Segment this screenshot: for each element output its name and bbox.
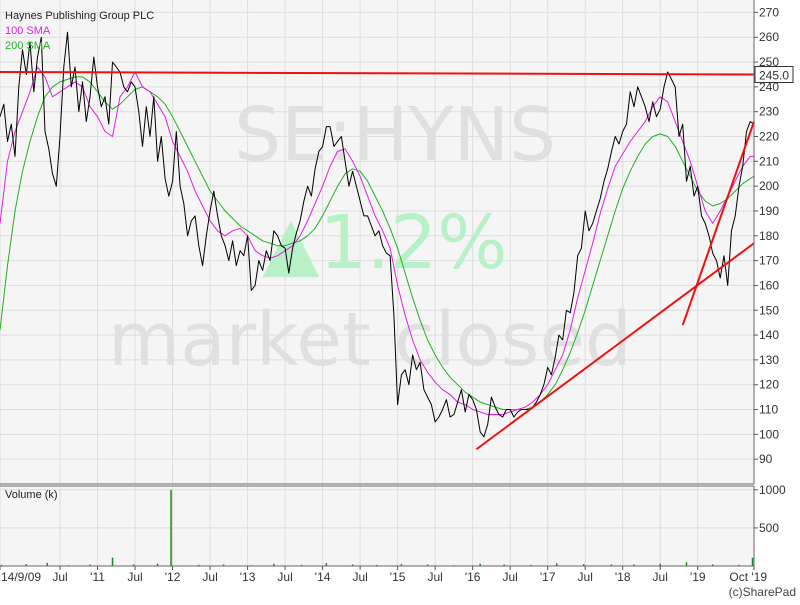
y-tick-label: 150 xyxy=(759,303,779,317)
x-tick-label: Jul xyxy=(352,570,367,584)
y-tick-label: 260 xyxy=(759,30,779,44)
x-tick-label: Jul xyxy=(653,570,668,584)
x-tick-label: Jul xyxy=(502,570,517,584)
volume-bar xyxy=(111,557,114,566)
y-tick-label: 160 xyxy=(759,278,779,292)
volume-panel xyxy=(0,486,754,566)
y-tick-label: 100 xyxy=(759,427,779,441)
y-tick-label: 120 xyxy=(759,378,779,392)
legend-sma200: 200 SMA xyxy=(5,40,51,52)
y-tick-label: 220 xyxy=(759,130,779,144)
y-tick-label: 170 xyxy=(759,254,779,268)
x-tick-label: '18 xyxy=(615,570,631,584)
x-tick-label: Jul xyxy=(52,570,67,584)
watermark-status: market closed xyxy=(108,297,632,383)
x-tick-label: Jul xyxy=(202,570,217,584)
x-tick-label: '19 xyxy=(690,570,706,584)
y-tick-label: 200 xyxy=(759,179,779,193)
stock-chart: SE:HYNS ▲1.2% market closed Haynes Publi… xyxy=(0,0,800,600)
y-tick-label: 270 xyxy=(759,5,779,19)
y-tick-label: 110 xyxy=(759,403,778,417)
watermark-ticker: SE:HYNS xyxy=(234,92,556,178)
y-tick-label: 210 xyxy=(759,154,779,168)
legend-sma100: 100 SMA xyxy=(5,25,51,37)
volume-label: Volume (k) xyxy=(5,489,58,501)
x-tick-label: '11 xyxy=(90,570,105,584)
chart-title: Haynes Publishing Group PLC xyxy=(5,10,154,22)
x-tick-label: Jul xyxy=(127,570,142,584)
last-price-marker: 245.0 xyxy=(754,66,794,83)
x-tick-label: '14 xyxy=(315,570,331,584)
y-tick-label: 140 xyxy=(759,328,779,342)
x-tick-label: '15 xyxy=(390,570,406,584)
last-price-label: 245.0 xyxy=(759,69,789,83)
x-tick-label: Jul xyxy=(277,570,292,584)
watermark-change: ▲1.2% xyxy=(263,200,508,286)
y-tick-label: 90 xyxy=(759,452,773,466)
y-tick-label: 230 xyxy=(759,105,779,119)
x-tick-label: '12 xyxy=(165,570,181,584)
x-tick-label: Jul xyxy=(427,570,442,584)
chart-container: SE:HYNS ▲1.2% market closed Haynes Publi… xyxy=(0,0,800,600)
volume-tick-label: 500 xyxy=(759,521,779,535)
x-tick-label: '17 xyxy=(540,570,556,584)
volume-bar xyxy=(170,489,172,566)
volume-axis-label: Volume (k) xyxy=(5,489,58,501)
y-tick-label: 180 xyxy=(759,229,779,243)
x-tick-label: Oct '19 xyxy=(729,570,767,584)
y-tick-label: 190 xyxy=(759,204,779,218)
x-tick-label: 14/9/09 xyxy=(1,570,41,584)
y-tick-label: 130 xyxy=(759,353,779,367)
x-tick-label: Jul xyxy=(578,570,593,584)
volume-bar xyxy=(685,562,688,566)
x-tick-label: '16 xyxy=(465,570,481,584)
credit-label: (c)SharePad xyxy=(729,585,796,599)
volume-bar xyxy=(751,557,754,566)
x-tick-label: '13 xyxy=(240,570,256,584)
volume-tick-label: 1000 xyxy=(759,483,786,497)
